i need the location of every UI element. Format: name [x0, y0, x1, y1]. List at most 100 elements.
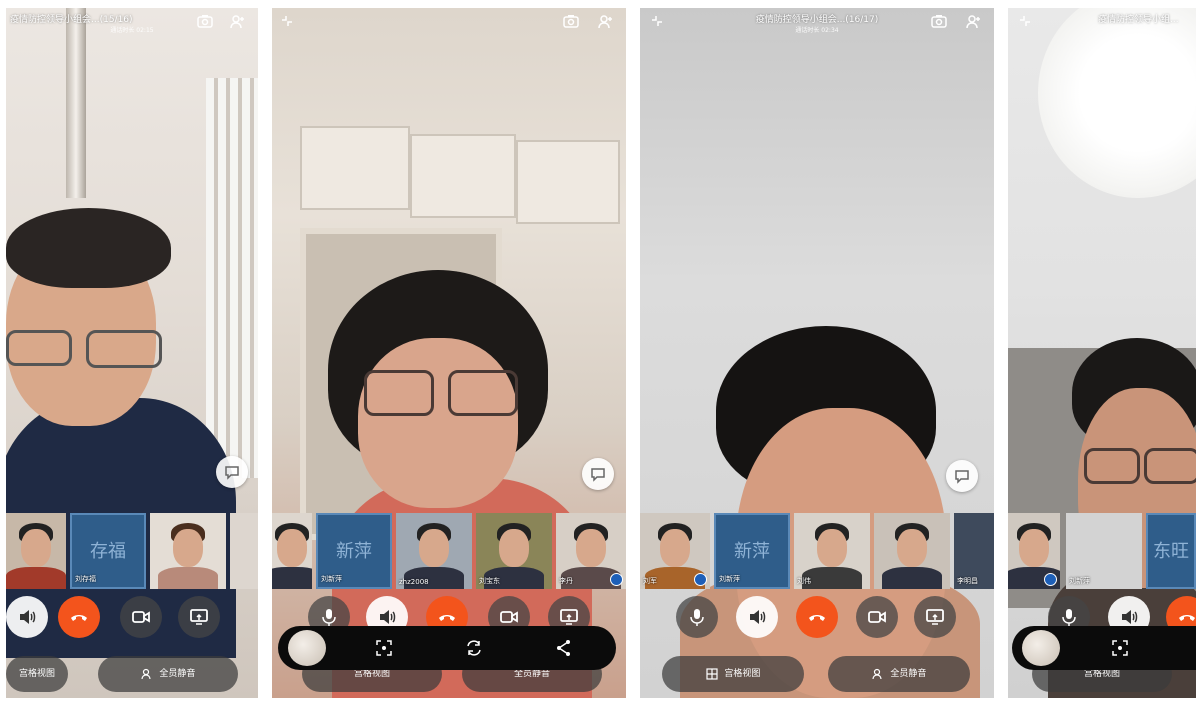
- thumb-face: [21, 529, 51, 567]
- camera-switch-icon[interactable]: [562, 14, 580, 32]
- call-screen-3: 疫情防控领导小组会...(16/17) 通话时长 02:34 刘军 新萍 刘新萍…: [640, 8, 994, 698]
- hangup-icon: [439, 615, 455, 621]
- speaker-glasses-right: [86, 330, 162, 368]
- chat-button[interactable]: [216, 456, 248, 488]
- top-bar: 疫情防控领导小组...: [1008, 8, 1196, 44]
- screen-share-icon: [190, 609, 208, 625]
- ceiling-panel: [300, 126, 410, 210]
- participant-thumb[interactable]: zhz2008: [396, 513, 472, 589]
- mute-all-label: 全员静音: [159, 669, 196, 679]
- speaker-glasses-left: [364, 370, 434, 416]
- participant-thumb[interactable]: 东旺: [1146, 513, 1196, 589]
- thumb-face: [576, 529, 606, 567]
- participant-strip: 新萍 刘新萍 zhz2008 刘宝东 李丹: [272, 513, 626, 589]
- floating-thumbnail[interactable]: [288, 630, 326, 666]
- hangup-button[interactable]: [796, 596, 838, 638]
- thumb-body: [6, 567, 66, 589]
- bottom-actions: 宫格视图 全员静音: [640, 656, 994, 694]
- participant-thumb[interactable]: [1008, 513, 1060, 589]
- mute-all-button[interactable]: 全员静音: [828, 656, 970, 692]
- video-button[interactable]: [856, 596, 898, 638]
- call-title: 疫情防控领导小组...: [1098, 15, 1179, 25]
- participant-name: 刘新萍: [1069, 577, 1090, 585]
- hangup-icon: [809, 615, 825, 621]
- video-icon: [132, 611, 150, 623]
- floating-toolbar: [1012, 626, 1196, 670]
- mute-all-label: 全员静音: [513, 669, 550, 679]
- mute-all-button[interactable]: 全员静音: [98, 656, 238, 692]
- thumb-body: [882, 567, 942, 589]
- thumb-face: [419, 529, 449, 567]
- floating-thumbnail[interactable]: [1022, 630, 1060, 666]
- avatar-initials: 存福: [90, 541, 126, 562]
- mic-icon: [690, 609, 704, 626]
- participant-name: zhz2008: [399, 578, 429, 586]
- thumb-face: [173, 529, 203, 567]
- participant-thumb[interactable]: 刘军: [640, 513, 710, 589]
- participant-thumb[interactable]: 刘新萍: [1066, 513, 1142, 589]
- scan-icon[interactable]: [374, 638, 394, 658]
- participant-thumb[interactable]: [230, 513, 258, 589]
- speaker-icon: [750, 610, 766, 624]
- screen-share-icon: [560, 609, 578, 625]
- speaker-glasses-left: [6, 330, 72, 366]
- speaker-button[interactable]: [6, 596, 48, 638]
- grid-view-button[interactable]: 宫格视图: [6, 656, 68, 692]
- camera-switch-icon[interactable]: [196, 14, 214, 32]
- participant-thumb[interactable]: 刘宝东: [476, 513, 552, 589]
- speaker-icon: [20, 610, 36, 624]
- rotate-icon[interactable]: [464, 638, 484, 658]
- participant-strip: 刘新萍 东旺: [1008, 513, 1196, 589]
- speaker-icon: [1122, 610, 1138, 624]
- avatar-initials: 新萍: [734, 541, 770, 562]
- share-icon[interactable]: [554, 638, 574, 658]
- mic-button[interactable]: [676, 596, 718, 638]
- mute-all-label: 全员静音: [890, 669, 927, 679]
- chat-button[interactable]: [946, 460, 978, 492]
- add-person-icon[interactable]: [596, 14, 614, 32]
- hangup-icon: [71, 615, 87, 621]
- speaker-glasses-left: [1084, 448, 1140, 484]
- speaker-glasses-right: [1144, 448, 1196, 484]
- participant-thumb[interactable]: [150, 513, 226, 589]
- screen-share-button[interactable]: [914, 596, 956, 638]
- mic-badge: [694, 573, 707, 586]
- participant-thumb[interactable]: 刘伟: [794, 513, 870, 589]
- grid-icon: [705, 667, 718, 680]
- participant-thumb[interactable]: 新萍 刘新萍: [316, 513, 392, 589]
- window-blinds: [206, 78, 258, 478]
- mic-badge: [1044, 573, 1057, 586]
- speaker-button[interactable]: [736, 596, 778, 638]
- avatar-initials: 东旺: [1153, 541, 1189, 562]
- thumb-body: [272, 567, 312, 589]
- participant-thumb[interactable]: 李明昌: [954, 513, 994, 589]
- speaker-icon: [380, 610, 396, 624]
- add-person-icon[interactable]: [964, 14, 982, 32]
- participant-thumb[interactable]: [6, 513, 66, 589]
- participant-thumb[interactable]: 新萍 刘新萍: [714, 513, 790, 589]
- video-button[interactable]: [120, 596, 162, 638]
- call-screen-4: 疫情防控领导小组... 刘新萍 东旺 宫格视图: [1008, 8, 1196, 698]
- speaker-face: [358, 338, 518, 508]
- participant-thumb[interactable]: [874, 513, 950, 589]
- thumb-face: [499, 529, 529, 567]
- camera-switch-icon[interactable]: [930, 14, 948, 32]
- add-person-icon[interactable]: [228, 14, 246, 32]
- participant-thumb[interactable]: 存福 刘存福: [70, 513, 146, 589]
- participant-thumb[interactable]: 李丹: [556, 513, 626, 589]
- chat-icon: [591, 468, 605, 482]
- participant-name: 刘伟: [797, 577, 811, 585]
- avatar-initials: 新萍: [336, 541, 372, 562]
- speaker-glasses-right: [448, 370, 518, 416]
- hangup-button[interactable]: [58, 596, 100, 638]
- grid-view-label: 宫格视图: [724, 669, 761, 679]
- shrink-icon[interactable]: [278, 14, 296, 32]
- grid-view-button[interactable]: 宫格视图: [662, 656, 804, 692]
- scan-icon[interactable]: [1110, 638, 1130, 658]
- participant-thumb[interactable]: [272, 513, 312, 589]
- chat-button[interactable]: [582, 458, 614, 490]
- screen-share-button[interactable]: [178, 596, 220, 638]
- thumb-face: [1019, 529, 1049, 567]
- shrink-icon[interactable]: [1016, 14, 1034, 32]
- participant-strip: 存福 刘存福: [6, 513, 258, 589]
